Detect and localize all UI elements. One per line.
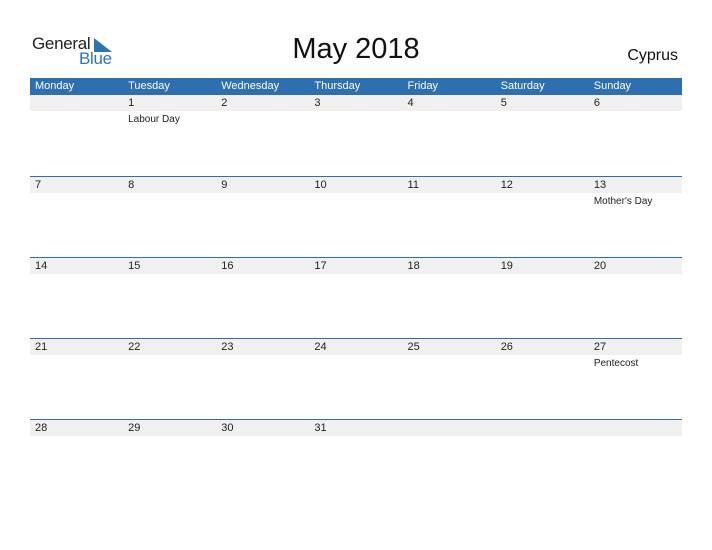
week-row: 7 8 9 10 11 12 13 Mother's Day	[30, 176, 682, 257]
day-cell[interactable]: 4	[403, 95, 496, 175]
day-cell[interactable]: 10	[309, 177, 402, 257]
weekday-sunday: Sunday	[593, 80, 632, 92]
day-cell[interactable]: 30	[216, 420, 309, 500]
day-cell[interactable]: 20	[589, 258, 682, 338]
day-cell[interactable]	[496, 420, 589, 500]
day-cell[interactable]: 15	[123, 258, 216, 338]
weekday-tuesday: Tuesday	[128, 80, 170, 92]
holiday-label: Mother's Day	[593, 196, 653, 207]
day-cell[interactable]: 1 Labour Day	[123, 95, 216, 175]
day-cell[interactable]: 23	[216, 339, 309, 419]
day-number: 25	[407, 341, 420, 353]
weekday-thursday: Thursday	[314, 80, 361, 92]
week-row: 14 15 16 17 18 19 20	[30, 257, 682, 338]
day-number: 11	[407, 179, 419, 191]
day-number: 2	[221, 97, 228, 109]
day-cell[interactable]: 8	[123, 177, 216, 257]
day-cell[interactable]: 6	[589, 95, 682, 175]
day-cell[interactable]	[589, 420, 682, 500]
day-number: 9	[221, 179, 228, 191]
day-cell[interactable]: 14	[30, 258, 123, 338]
day-cell[interactable]: 19	[496, 258, 589, 338]
day-number: 12	[500, 179, 513, 191]
day-number: 21	[35, 341, 48, 353]
day-number: 16	[221, 260, 234, 272]
day-cell[interactable]	[403, 420, 496, 500]
day-number: 20	[593, 260, 607, 272]
day-cell[interactable]: 7	[30, 177, 123, 257]
week-row: 21 22 23 24 25 26 27 Pentecost	[30, 338, 682, 419]
holiday-label: Pentecost	[593, 358, 639, 369]
calendar-grid: Monday Tuesday Wednesday Thursday Friday Satu…	[30, 78, 682, 500]
day-cell[interactable]: 26	[496, 339, 589, 419]
day-number: 26	[500, 341, 513, 353]
day-number: 29	[128, 422, 141, 434]
day-cell[interactable]: 18	[403, 258, 496, 338]
day-cell[interactable]: 12	[496, 177, 589, 257]
day-number: 1	[128, 97, 135, 109]
day-cell[interactable]: 22	[123, 339, 216, 419]
day-cell[interactable]: 24	[309, 339, 402, 419]
weekday-friday: Friday	[407, 80, 439, 92]
day-number: 6	[593, 97, 600, 109]
weekday-monday: Monday	[35, 80, 75, 92]
day-number: 23	[221, 341, 234, 353]
day-cell[interactable]: 25	[403, 339, 496, 419]
day-number: 13	[593, 179, 607, 191]
day-number: 18	[407, 260, 420, 272]
holiday-label: Labour Day	[128, 114, 180, 125]
day-number: 10	[314, 179, 327, 191]
day-cell[interactable]: 2	[216, 95, 309, 175]
day-cell[interactable]: 28	[30, 420, 123, 500]
day-cell[interactable]: 11	[403, 177, 496, 257]
day-number: 8	[128, 179, 135, 191]
day-number: 14	[35, 260, 48, 272]
day-number: 4	[407, 97, 414, 109]
day-cell[interactable]: 13 Mother's Day	[589, 177, 682, 257]
day-number: 31	[314, 422, 327, 434]
day-number: 15	[128, 260, 141, 272]
weekday-wednesday: Wednesday	[221, 80, 280, 92]
day-number: 7	[35, 179, 42, 191]
day-number: 22	[128, 341, 141, 353]
day-cell[interactable]: 29	[123, 420, 216, 500]
weekday-header: Monday Tuesday Wednesday Thursday Friday Satu…	[30, 78, 682, 95]
week-row: 1 Labour Day 2 3 4 5 6	[30, 95, 682, 176]
day-number: 5	[500, 97, 507, 109]
week-row: 28 29 30 31	[30, 419, 682, 500]
calendar-title: May 2018	[292, 33, 420, 65]
day-number: 19	[500, 260, 513, 272]
day-number: 30	[221, 422, 234, 434]
day-cell[interactable]: 9	[216, 177, 309, 257]
country-label: Cyprus	[627, 47, 678, 64]
day-number: 27	[593, 341, 607, 353]
day-number: 28	[35, 422, 48, 434]
weekday-saturday: Saturday	[500, 80, 545, 92]
day-cell[interactable]: 21	[30, 339, 123, 419]
day-cell[interactable]: 5	[496, 95, 589, 175]
day-cell[interactable]: 31	[309, 420, 402, 500]
day-number: 24	[314, 341, 327, 353]
day-cell[interactable]: 27 Pentecost	[589, 339, 682, 419]
day-cell[interactable]: 3	[309, 95, 402, 175]
day-number: 3	[314, 97, 321, 109]
day-number: 17	[314, 260, 327, 272]
day-cell[interactable]: 17	[309, 258, 402, 338]
day-cell[interactable]	[30, 95, 123, 175]
day-cell[interactable]: 16	[216, 258, 309, 338]
